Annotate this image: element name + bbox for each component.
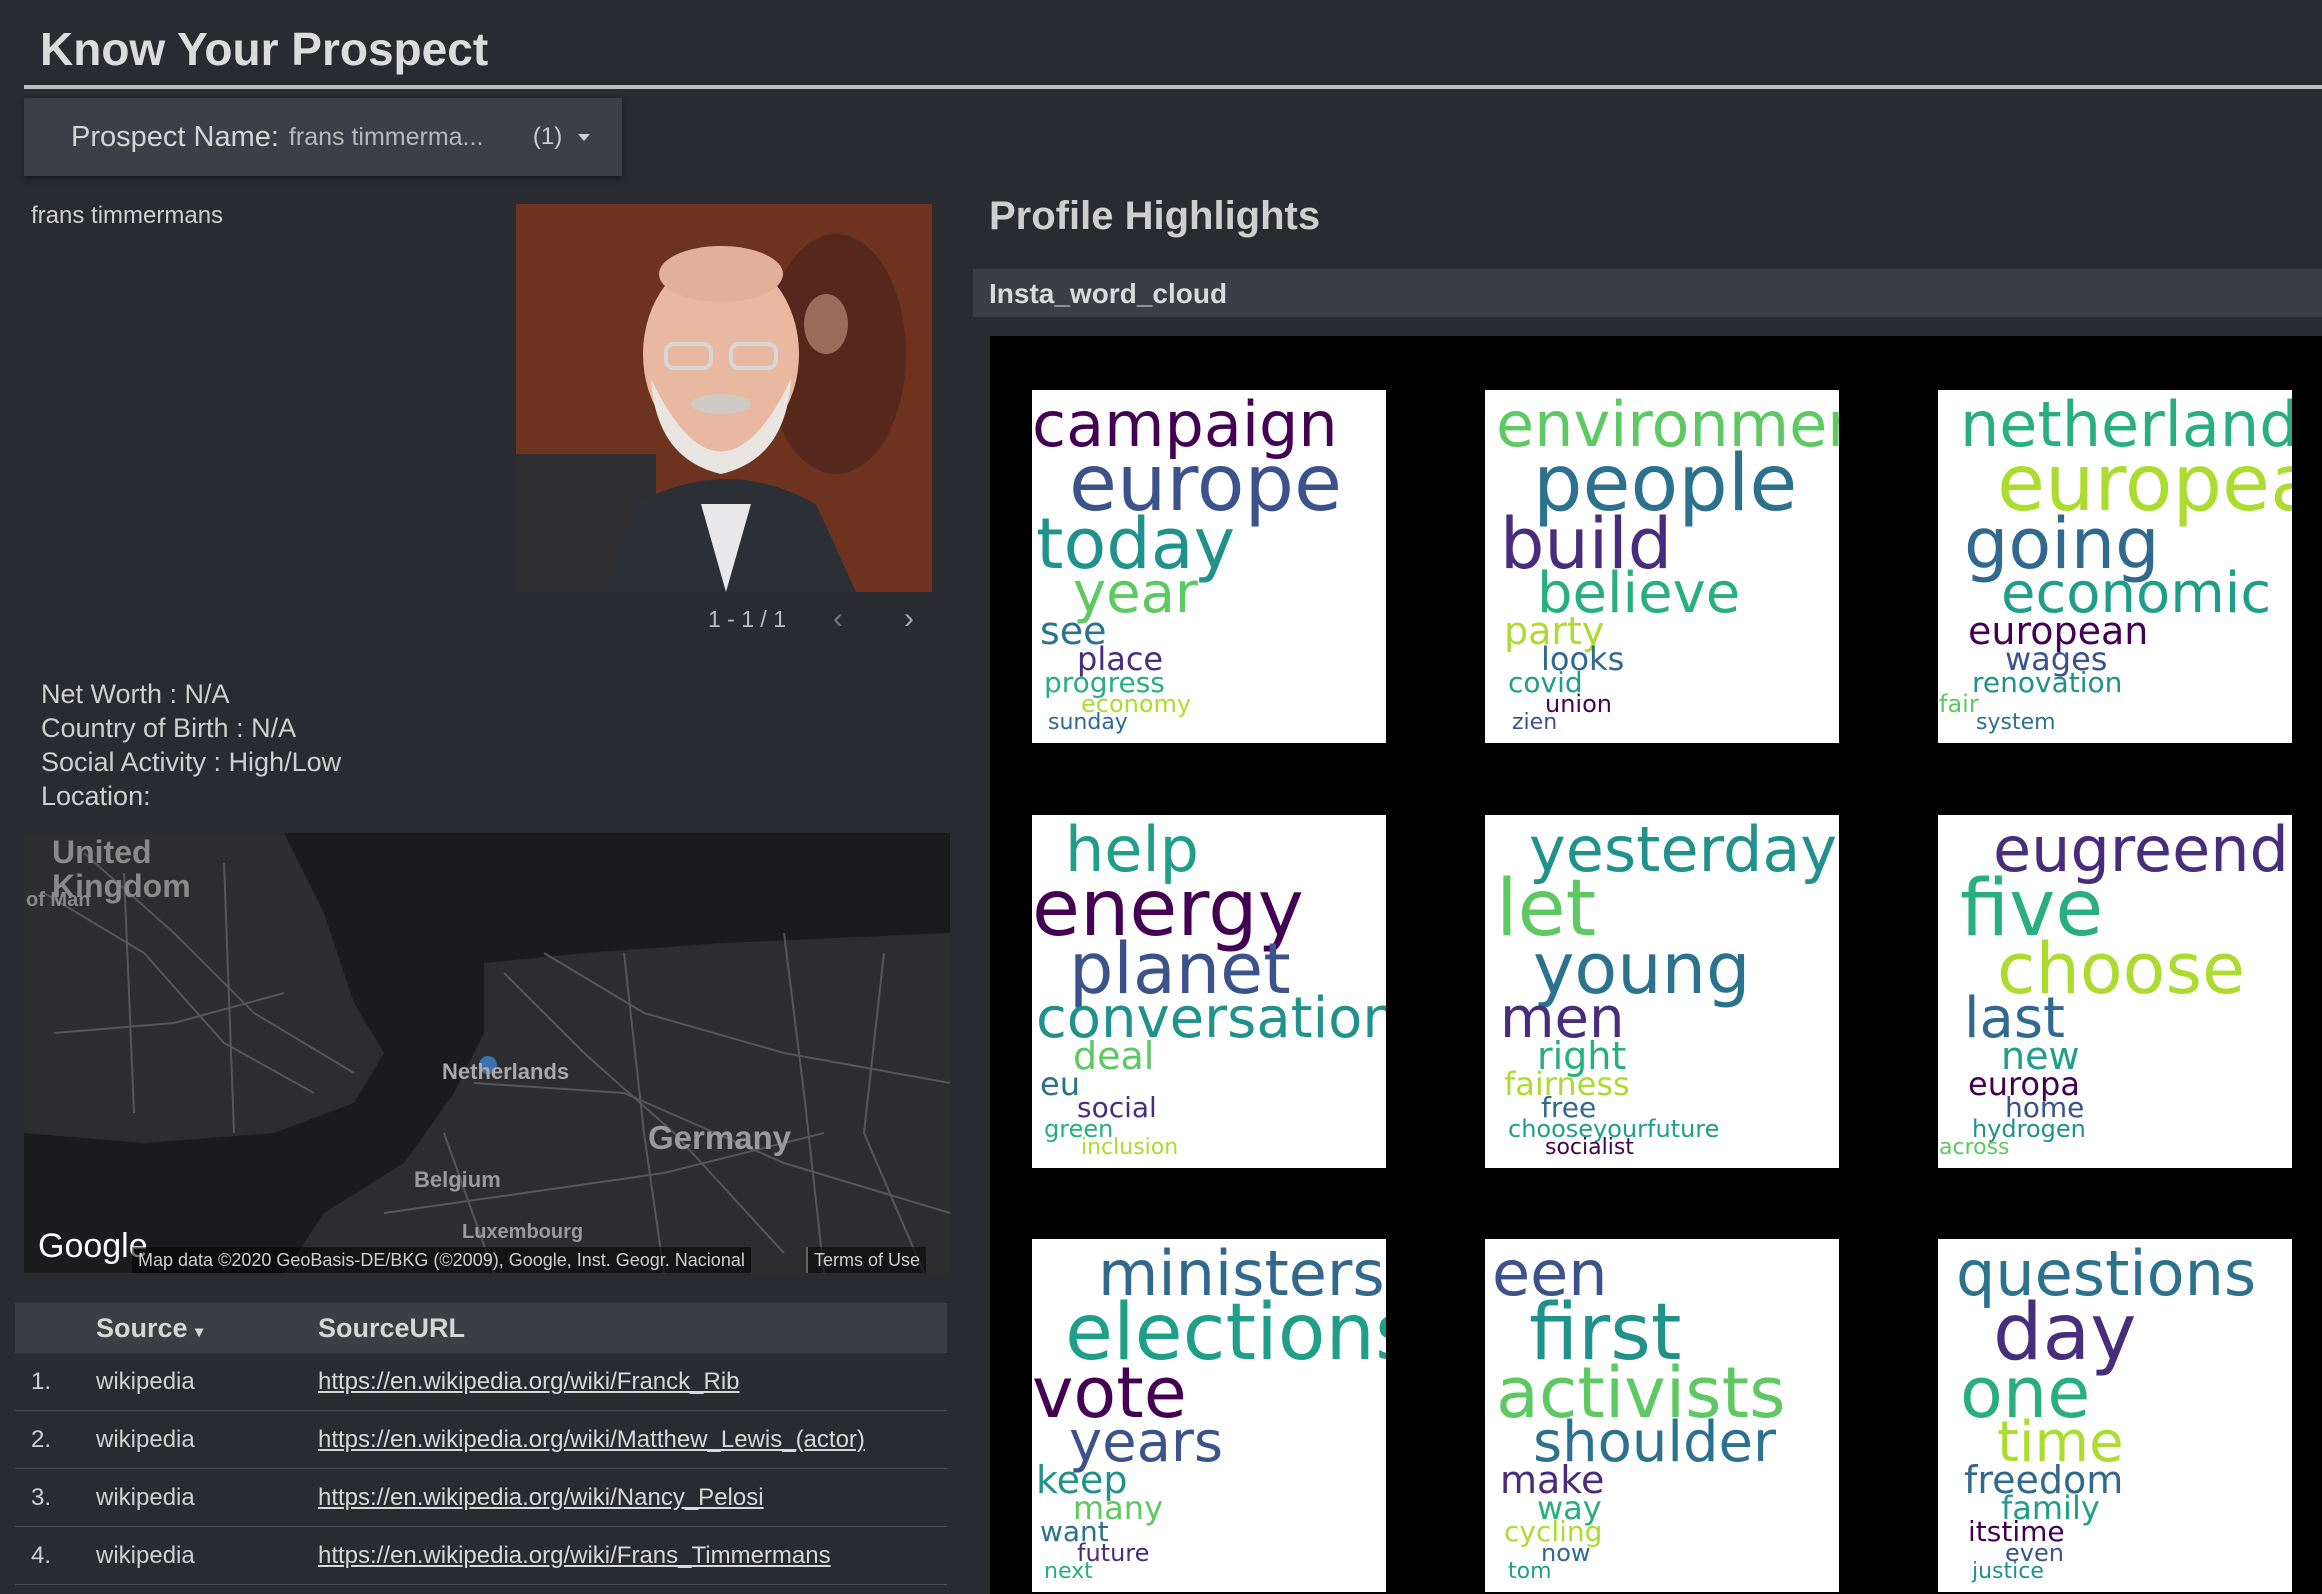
section-title: Insta_word_cloud (989, 278, 1228, 309)
word-cloud-word: renovation (1972, 666, 2123, 699)
row-number: 1. (31, 1367, 52, 1395)
row-source: wikipedia (96, 1483, 195, 1511)
row-url-link[interactable]: https://en.wikipedia.org/wiki/Franck_Rib (318, 1368, 740, 1395)
image-pager-text: 1 - 1 / 1 (708, 606, 786, 632)
location-map[interactable]: United Kingdom of Man Netherlands German… (24, 833, 950, 1273)
table-row: 2. wikipedia https://en.wikipedia.org/wi… (15, 1411, 947, 1469)
sort-caret-icon[interactable]: ▾ (195, 1324, 203, 1341)
word-cloud-image-4: help energy planet conversation deal eu social… (1032, 815, 1386, 1168)
word-cloud-word: eu (1040, 1065, 1080, 1103)
row-source: wikipedia (96, 1367, 195, 1395)
map-label-isle-of-man: of Man (26, 889, 91, 911)
word-cloud-image-8: een first activists shoulder make way cycling n… (1485, 1239, 1839, 1592)
table-header: Source ▾ SourceURL (15, 1303, 947, 1353)
source-column-header[interactable]: Source ▾ (96, 1313, 318, 1344)
word-cloud-word: inclusion (1081, 1135, 1179, 1160)
sources-table: Source ▾ SourceURL 1. wikipedia https://… (15, 1303, 947, 1585)
word-cloud-word: socialist (1545, 1135, 1634, 1160)
location-label: Location: (41, 781, 151, 811)
word-cloud-image-9: questions day one time freedom family itstime e… (1938, 1239, 2292, 1592)
title-divider (24, 85, 2322, 89)
map-label-netherlands: Netherlands (442, 1059, 570, 1084)
filter-count: (1) (532, 123, 563, 150)
filter-value: frans timmerma... (288, 122, 484, 151)
word-cloud-word: across (1939, 1135, 2010, 1160)
word-cloud-image-1: campaign europe today year see place progress e… (1032, 390, 1386, 743)
word-cloud-image-6: eugreendealfivechooselastneweuropahomehy… (1938, 815, 2292, 1168)
word-cloud-image-3: netherlandseuropeanuniongoingeconomiceur… (1938, 390, 2292, 743)
net-worth: Net Worth : N/A (41, 679, 230, 709)
map-attribution: Map data ©2020 GeoBasis-DE/BKG (©2009), … (132, 1247, 751, 1273)
prospect-name-filter[interactable]: Prospect Name: frans timmerma... (1) (24, 98, 622, 176)
row-source: wikipedia (96, 1541, 195, 1569)
word-cloud-word: zien (1512, 710, 1558, 735)
map-label-belgium: Belgium (414, 1167, 501, 1192)
chevron-left-icon[interactable]: ‹ (833, 602, 843, 636)
row-source: wikipedia (96, 1425, 195, 1453)
map-label-luxembourg: Luxembourg (462, 1221, 584, 1243)
word-cloud-word: justice (1972, 1559, 2044, 1584)
caret-down-icon[interactable] (578, 133, 591, 141)
country-of-birth: Country of Birth : N/A (41, 713, 297, 743)
social-activity: Social Activity : High/Low (41, 747, 342, 777)
map-label-germany: Germany (648, 1119, 792, 1156)
profile-photo (516, 204, 932, 592)
chevron-right-icon[interactable]: › (904, 602, 914, 636)
word-cloud-image-5: yesterday let young men right fairness free cho… (1485, 815, 1839, 1168)
row-url-link[interactable]: https://en.wikipedia.org/wiki/Matthew_Le… (318, 1426, 865, 1453)
word-cloud-word: deal (1073, 1034, 1155, 1078)
word-cloud-panel: campaign europe today year see place progress e… (990, 336, 2322, 1594)
word-cloud-word: system (1976, 710, 2056, 735)
profile-highlights-title: Profile Highlights (989, 194, 1321, 238)
table-row: 4. wikipedia https://en.wikipedia.org/wi… (15, 1527, 947, 1585)
word-cloud-word: tom (1508, 1559, 1552, 1584)
word-cloud-word: sunday (1048, 710, 1128, 735)
prospect-name: frans timmermans (31, 202, 224, 229)
row-number: 4. (31, 1541, 52, 1569)
insta-word-cloud-header: Insta_word_cloud (973, 269, 2322, 317)
row-url-link[interactable]: https://en.wikipedia.org/wiki/Frans_Timm… (318, 1542, 831, 1569)
sourceurl-column-header[interactable]: SourceURL (318, 1313, 465, 1344)
word-cloud-word: fair (1939, 690, 1979, 718)
word-cloud-word: next (1044, 1559, 1093, 1584)
row-url-link[interactable]: https://en.wikipedia.org/wiki/Nancy_Pelo… (318, 1484, 764, 1511)
word-cloud-image-7: ministers elections vote years keep many want f… (1032, 1239, 1386, 1592)
app-title: Know Your Prospect (40, 23, 489, 75)
row-number: 2. (31, 1425, 52, 1453)
filter-label: Prospect Name: (71, 120, 279, 153)
word-cloud-image-2: environmentpeoplebuildbelievepartylooksc… (1485, 390, 1839, 743)
map-terms-link[interactable]: Terms of Use (806, 1247, 927, 1273)
row-number: 3. (31, 1483, 52, 1511)
table-row: 3. wikipedia https://en.wikipedia.org/wi… (15, 1469, 947, 1527)
table-row: 1. wikipedia https://en.wikipedia.org/wi… (15, 1353, 947, 1411)
